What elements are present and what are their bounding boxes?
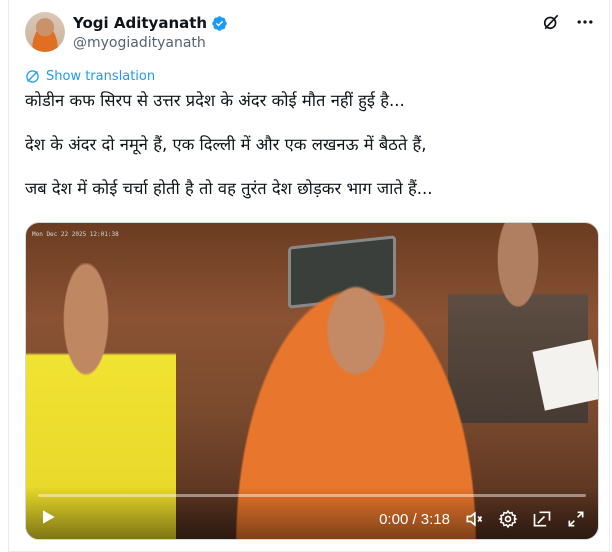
author-name-row: Yogi Adityanath — [73, 13, 228, 33]
video-progress-bar[interactable] — [38, 494, 586, 497]
tweet-text: कोडीन कफ सिरप से उत्तर प्रदेश के अंदर को… — [25, 90, 595, 222]
video-controls-right: 0:00 / 3:18 — [379, 509, 586, 529]
globe-icon — [26, 70, 39, 83]
more-icon[interactable] — [575, 12, 595, 32]
tweet-top-actions — [541, 12, 595, 32]
video-player[interactable]: Mon Dec 22 2025 12:01:38 0:00 / 3:18 — [25, 222, 599, 540]
show-translation-link[interactable]: Show translation — [25, 69, 155, 84]
pip-icon[interactable] — [532, 509, 552, 529]
tweet-line-1: कोडीन कफ सिरप से उत्तर प्रदेश के अंदर को… — [25, 91, 405, 110]
play-icon[interactable] — [38, 507, 58, 527]
verified-badge-icon — [212, 15, 227, 31]
settings-icon[interactable] — [498, 509, 518, 529]
volume-icon[interactable] — [464, 509, 484, 529]
avatar[interactable] — [25, 12, 65, 52]
video-controls: 0:00 / 3:18 — [26, 487, 598, 539]
author-handle[interactable]: @myogiadityanath — [73, 34, 206, 52]
tweet-line-2: देश के अंदर दो नमूने हैं, एक दिल्ली में … — [25, 135, 427, 154]
video-timestamp-overlay: Mon Dec 22 2025 12:01:38 — [32, 231, 119, 238]
video-time: 0:00 / 3:18 — [379, 510, 450, 528]
tweet-line-3: जब देश में कोई चर्चा होती है तो वह तुरंत… — [25, 179, 433, 198]
grok-icon[interactable] — [541, 12, 561, 32]
author-display-name[interactable]: Yogi Adityanath — [73, 13, 207, 33]
show-translation-label: Show translation — [46, 69, 156, 84]
tweet-card: Yogi Adityanath @myogiadityanath Show tr… — [8, 0, 610, 552]
video-scene-paper — [532, 339, 598, 411]
fullscreen-icon[interactable] — [566, 509, 586, 529]
